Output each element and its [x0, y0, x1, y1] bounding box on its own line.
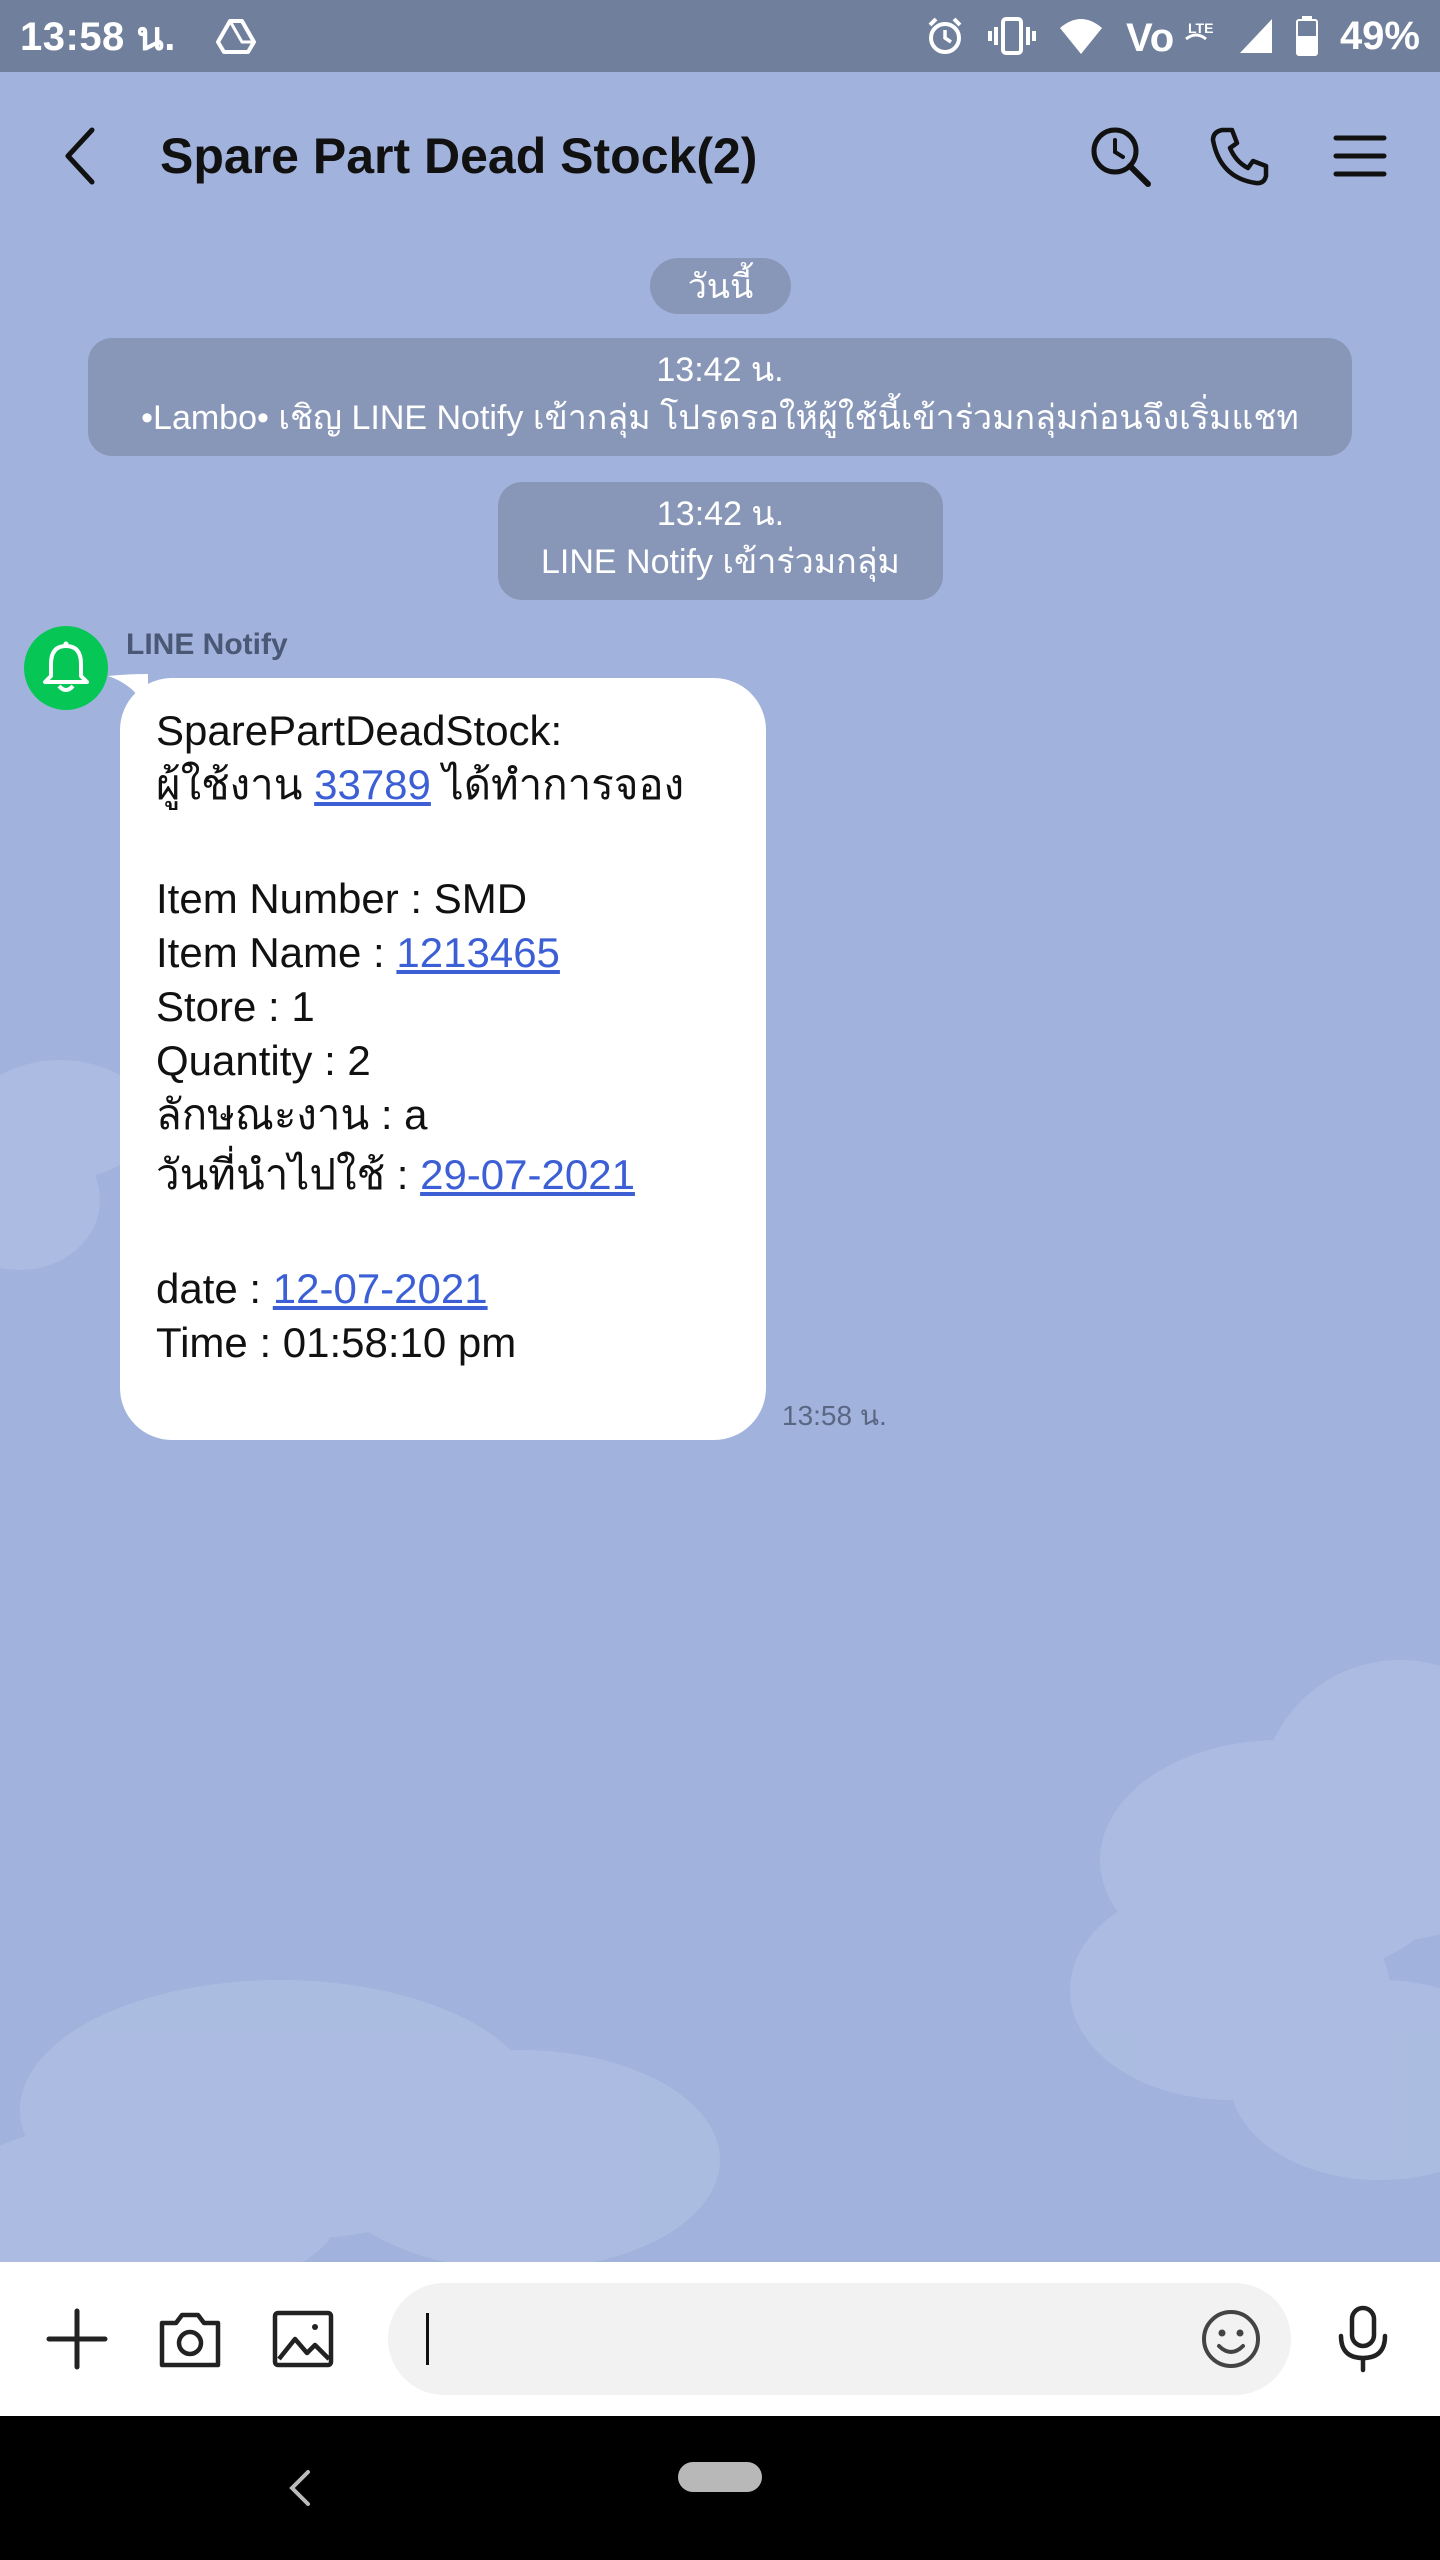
navigation-bar [0, 2416, 1440, 2560]
system-message-text: •Lambo• เชิญ LINE Notify เข้ากลุ่ม โปรดร… [141, 399, 1299, 437]
back-button[interactable] [40, 116, 120, 196]
message-text: วันที่นำไปใช้ : [156, 1151, 421, 1198]
message-input[interactable] [424, 2303, 1185, 2375]
message-input-container [388, 2283, 1292, 2395]
emoji-button[interactable] [1195, 2303, 1267, 2375]
battery-percentage: 49% [1339, 13, 1420, 58]
back-arrow-icon [65, 127, 95, 185]
battery-icon [1295, 16, 1318, 56]
message-text: ได้ทำการจอง [430, 761, 685, 808]
wifi-icon [1058, 16, 1104, 56]
microphone-icon [1338, 2305, 1387, 2373]
phone-icon [1210, 127, 1269, 186]
message-line: Quantity : 2 [156, 1037, 371, 1084]
bell-icon [43, 641, 89, 692]
svg-text:LTE: LTE [1188, 20, 1213, 36]
header-actions [1080, 116, 1400, 196]
chevron-left-icon [289, 2470, 310, 2506]
chat-title: Spare Part Dead Stock(2) [160, 128, 758, 184]
message-line: Item Name : 1213465 [156, 926, 730, 980]
search-history-icon [1091, 127, 1151, 187]
nav-home-button[interactable] [678, 2462, 762, 2492]
message-timestamp: 13:58 น. [782, 1400, 887, 1431]
menu-icon [1333, 135, 1387, 177]
system-message-time: 13:42 น. [656, 495, 785, 533]
message-text: date : [156, 1265, 273, 1312]
date-link[interactable]: 12-07-2021 [273, 1265, 488, 1312]
call-button[interactable] [1200, 116, 1280, 196]
message-text: Item Name : [156, 929, 397, 976]
message-line: SparePartDeadStock: [156, 707, 563, 754]
emoji-icon [1202, 2310, 1261, 2368]
camera-icon [159, 2312, 221, 2368]
volte-icon: Vo LTE [1126, 13, 1216, 59]
system-message: 13:42 น. LINE Notify เข้าร่วมกลุ่ม [498, 482, 943, 600]
search-button[interactable] [1080, 116, 1160, 196]
status-bar: 13:58 น. Vo LTE 49% [0, 0, 1440, 72]
add-button[interactable] [36, 2297, 119, 2381]
svg-text:Vo: Vo [1126, 16, 1174, 59]
status-time: 13:58 น. [20, 15, 176, 59]
message-text: ผู้ใช้งาน [156, 761, 315, 808]
message-line: Time : 01:58:10 pm [156, 1319, 517, 1366]
message-line: Store : 1 [156, 983, 315, 1030]
vibrate-icon [987, 15, 1036, 57]
signal-icon [1238, 17, 1274, 55]
alarm-icon [924, 15, 966, 57]
image-icon [272, 2310, 334, 2368]
voice-button[interactable] [1321, 2297, 1404, 2381]
message-line: ผู้ใช้งาน 33789 ได้ทำการจอง [156, 758, 730, 818]
use-date-link[interactable]: 29-07-2021 [420, 1151, 635, 1198]
system-message: 13:42 น. •Lambo• เชิญ LINE Notify เข้ากล… [88, 338, 1352, 456]
system-message-time: 13:42 น. [656, 351, 784, 389]
user-id-link[interactable]: 33789 [314, 761, 431, 808]
message-line: Item Number : SMD [156, 875, 528, 922]
gallery-button[interactable] [262, 2297, 345, 2381]
message-bubble[interactable]: SparePartDeadStock: ผู้ใช้งาน 33789 ได้ท… [120, 678, 766, 1440]
chat-header: Spare Part Dead Stock(2) [0, 72, 1440, 240]
plus-icon [46, 2308, 108, 2370]
avatar[interactable] [24, 626, 108, 710]
message-line: date : 12-07-2021 [156, 1262, 730, 1316]
item-name-link[interactable]: 1213465 [396, 929, 560, 976]
status-icons: Vo LTE 49% [924, 13, 1420, 59]
camera-button[interactable] [149, 2297, 232, 2381]
drive-icon [215, 13, 262, 59]
system-message-text: LINE Notify เข้าร่วมกลุ่ม [541, 543, 900, 581]
sender-name: LINE Notify [126, 628, 288, 661]
text-cursor [426, 2313, 430, 2365]
message-line: วันที่นำไปใช้ : 29-07-2021 [156, 1148, 730, 1208]
menu-button[interactable] [1320, 116, 1400, 196]
message-line: ลักษณะงาน : a [156, 1091, 428, 1138]
nav-back-button[interactable] [268, 2456, 332, 2520]
input-bar [0, 2262, 1440, 2416]
date-separator: วันนี้ [650, 258, 791, 314]
